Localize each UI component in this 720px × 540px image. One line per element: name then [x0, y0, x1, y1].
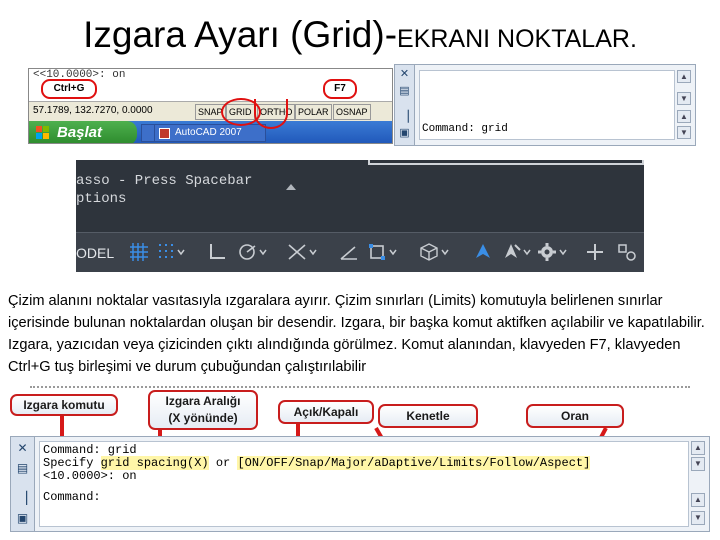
- dark-prompt-line-1: asso - Press Spacebar: [76, 173, 253, 189]
- classic-autocad-screenshot: <<10.0000>: on 57.1789, 132.7270, 0.0000…: [28, 68, 393, 144]
- dark-command-area: asso - Press Spacebar ptions: [76, 160, 644, 232]
- grid-icon[interactable]: [128, 241, 150, 263]
- command-line-3: <10.0000>: on: [43, 469, 137, 483]
- pin-icon[interactable]: ▤: [398, 85, 411, 98]
- snap-icon[interactable]: [156, 241, 178, 263]
- ortho-icon[interactable]: [206, 241, 228, 263]
- osnap-button[interactable]: OSNAP: [333, 104, 371, 120]
- properties-icon[interactable]: ▣: [398, 127, 411, 140]
- ctrl-g-callout: Ctrl+G: [41, 79, 97, 99]
- 3d-osnap-icon[interactable]: [418, 241, 440, 263]
- title-suffix: EKRANI NOKTALAR.: [397, 25, 637, 53]
- label-izgara-araligi: Izgara Aralığı (X yönünde): [148, 390, 258, 430]
- 3d-osnap-dropdown-icon[interactable]: [440, 241, 450, 263]
- polar-icon[interactable]: [236, 241, 258, 263]
- ctrl-g-label: Ctrl+G: [53, 83, 85, 94]
- large-command-sidebar: ✕ ▤ ▕ ▣: [11, 437, 35, 531]
- dark-autocad-screenshot: asso - Press Spacebar ptions ODEL: [76, 160, 644, 272]
- plus-icon[interactable]: [584, 241, 606, 263]
- command-window-sidebar: ✕ ▤ ▕ ▣: [395, 65, 415, 145]
- autocad-taskbar-label: AutoCAD 2007: [175, 127, 242, 138]
- otrack-icon[interactable]: [338, 241, 360, 263]
- command-input-line[interactable]: Command:: [43, 491, 685, 504]
- workspace-dropdown-icon[interactable]: [558, 241, 568, 263]
- dark-prompt-line-2: ptions: [76, 191, 127, 207]
- label-oran: Oran: [526, 404, 624, 428]
- specify-text: Specify: [43, 456, 101, 470]
- scroll-down-icon[interactable]: ▼: [691, 457, 705, 471]
- resize-icon[interactable]: ▕: [398, 111, 411, 124]
- polar-button[interactable]: POLAR: [295, 104, 332, 120]
- isodraft-dropdown-icon[interactable]: [308, 241, 318, 263]
- small-command-line: Command: grid: [422, 123, 508, 135]
- label-acik-kapali-text: Açık/Kapalı: [293, 405, 359, 419]
- start-label: Başlat: [57, 124, 103, 141]
- windows-logo-icon: [36, 126, 50, 140]
- close-icon[interactable]: ✕: [15, 441, 30, 456]
- label-kenetle-text: Kenetle: [406, 409, 450, 423]
- autocad-taskbar-button[interactable]: AutoCAD 2007: [154, 124, 266, 142]
- label-izgara-araligi-text-1: Izgara Aralığı: [165, 394, 241, 408]
- scroll-down-icon[interactable]: ▼: [677, 92, 691, 105]
- f7-callout: F7: [323, 79, 357, 99]
- label-izgara-komutu-text: Izgara komutu: [23, 398, 105, 412]
- small-scrollbar[interactable]: ▲ ▼ ▲ ▼: [677, 70, 691, 140]
- viewport-frame: [368, 160, 644, 165]
- osnap-dropdown-icon[interactable]: [388, 241, 398, 263]
- scroll-up-icon[interactable]: ▲: [677, 70, 691, 83]
- large-command-history[interactable]: Command: grid Specify grid spacing(X) or…: [39, 441, 689, 527]
- title-main: Izgara Ayarı (Grid)-: [83, 14, 398, 55]
- scroll-up-icon[interactable]: ▲: [691, 493, 705, 507]
- scroll-down-icon[interactable]: ▼: [677, 126, 691, 139]
- classic-status-bar: 57.1789, 132.7270, 0.0000 SNAP GRID ORTH…: [29, 101, 392, 121]
- annotation-visibility-icon[interactable]: [500, 241, 522, 263]
- scroll-up-icon[interactable]: ▲: [691, 441, 705, 455]
- scroll-up-icon[interactable]: ▲: [677, 110, 691, 123]
- large-scrollbar[interactable]: ▲ ▼ ▲ ▼: [691, 441, 705, 527]
- label-izgara-komutu: Izgara komutu: [10, 394, 118, 416]
- dark-status-bar: ODEL: [76, 232, 644, 272]
- label-acik-kapali: Açık/Kapalı: [278, 400, 374, 424]
- dropdown-arrow-icon[interactable]: [286, 184, 296, 190]
- model-space-button[interactable]: ODEL: [76, 245, 114, 261]
- coordinate-readout: 57.1789, 132.7270, 0.0000: [33, 105, 153, 116]
- snap-dropdown-icon[interactable]: [176, 241, 186, 263]
- hardware-acceleration-icon[interactable]: [616, 241, 638, 263]
- slide-title: Izgara Ayarı (Grid)-EKRANI NOKTALAR.: [0, 14, 720, 56]
- annotation-scale-icon[interactable]: [472, 241, 494, 263]
- resize-icon[interactable]: ▕: [15, 491, 30, 506]
- autocad-app-icon: [159, 128, 170, 139]
- osnap-icon[interactable]: [366, 241, 388, 263]
- polar-dropdown-icon[interactable]: [258, 241, 268, 263]
- small-command-history[interactable]: Command: grid: [419, 70, 675, 140]
- pin-icon[interactable]: ▤: [15, 461, 30, 476]
- windows-taskbar: Başlat AutoCAD 2007: [29, 121, 392, 143]
- label-izgara-araligi-text-2: (X yönünde): [168, 411, 238, 425]
- gear-icon[interactable]: [536, 241, 558, 263]
- annotation-dropdown-icon[interactable]: [522, 241, 532, 263]
- small-command-window: ✕ ▤ ▕ ▣ Command: grid ▲ ▼ ▲ ▼: [394, 64, 696, 146]
- label-kenetle: Kenetle: [378, 404, 478, 428]
- grid-options-list: [ON/OFF/Snap/Major/aDaptive/Limits/Follo…: [237, 456, 591, 470]
- grid-highlight-arc: [254, 99, 288, 129]
- scroll-down-icon[interactable]: ▼: [691, 511, 705, 525]
- isodraft-icon[interactable]: [286, 241, 308, 263]
- large-command-window: ✕ ▤ ▕ ▣ Command: grid Specify grid spaci…: [10, 436, 710, 532]
- or-text: or: [208, 456, 238, 470]
- command-line-2: Specify grid spacing(X) or [ON/OFF/Snap/…: [43, 456, 685, 470]
- label-oran-text: Oran: [560, 409, 589, 423]
- dotted-divider: [30, 386, 690, 388]
- f7-label: F7: [334, 83, 346, 94]
- properties-icon[interactable]: ▣: [15, 511, 30, 526]
- description-paragraph: Çizim alanını noktalar vasıtasıyla ızgar…: [8, 293, 705, 375]
- start-button[interactable]: Başlat: [29, 121, 137, 143]
- grid-spacing-option: grid spacing(X): [100, 456, 209, 470]
- close-icon[interactable]: ✕: [398, 68, 411, 81]
